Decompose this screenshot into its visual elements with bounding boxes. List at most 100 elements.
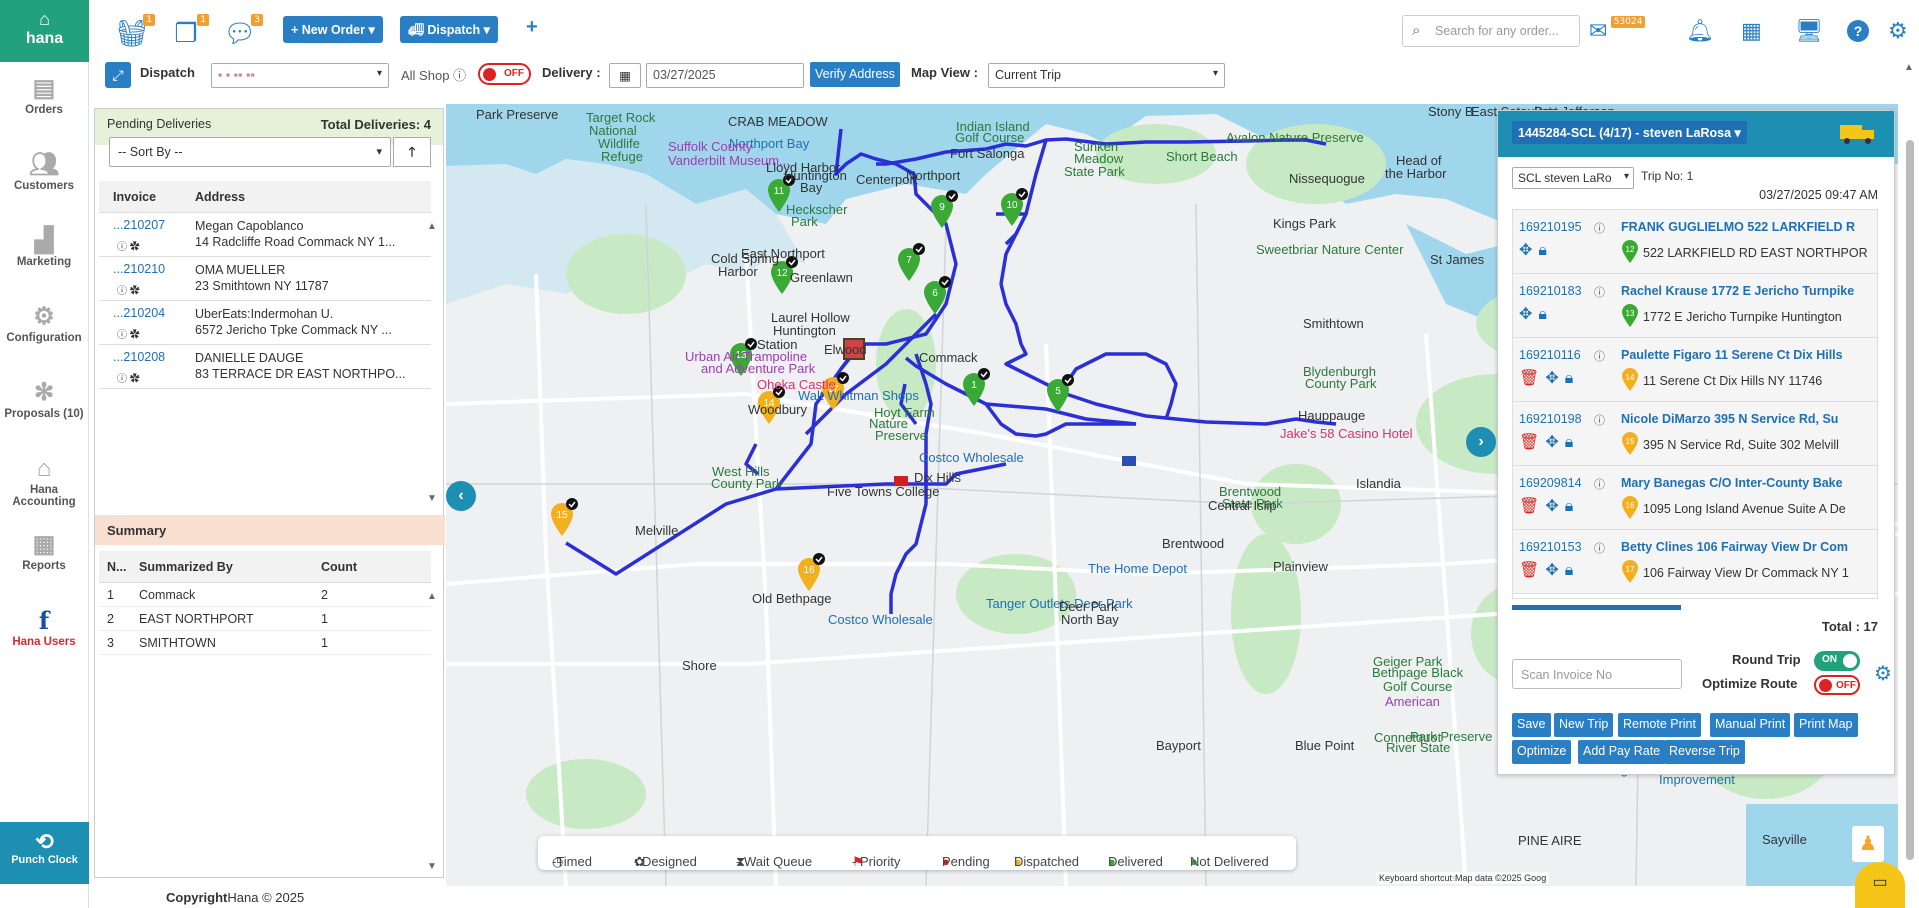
stops-horizontal-scrollbar[interactable] bbox=[1512, 605, 1681, 610]
stop-invoice[interactable]: 169209814 bbox=[1519, 476, 1582, 490]
stop-invoice[interactable]: 169210116 bbox=[1519, 348, 1581, 362]
remote-print-button[interactable]: Remote Print bbox=[1618, 713, 1701, 737]
pegman-icon[interactable]: ♟ bbox=[1852, 826, 1884, 862]
delivery-marker[interactable]: 5 bbox=[1047, 374, 1074, 412]
trip-stop[interactable]: 169210198 ⓘ 🗑︎✥🔒︎ Nicole DiMarzo 395 N S… bbox=[1513, 402, 1877, 466]
scroll-up-icon[interactable]: ▲ bbox=[427, 221, 437, 232]
designed-icon[interactable]: ✿ bbox=[130, 242, 140, 253]
move-icon[interactable]: ✥ bbox=[1545, 370, 1564, 387]
trip-stop[interactable]: 169210153 ⓘ 🗑︎✥🔒︎ Betty Clines 106 Fairw… bbox=[1513, 530, 1877, 594]
info-icon[interactable]: ⓘ bbox=[1594, 476, 1605, 492]
stop-customer[interactable]: Nicole DiMarzo 395 N Service Rd, Su bbox=[1621, 412, 1873, 426]
punch-clock-button[interactable]: ⟲ Punch Clock bbox=[0, 822, 89, 884]
stop-customer[interactable]: Rachel Krause 1772 E Jericho Turnpike bbox=[1621, 284, 1873, 298]
row-action-icons[interactable]: ⓘ ✿ bbox=[117, 282, 140, 297]
map-view-select[interactable]: Current Trip ▾ bbox=[988, 63, 1225, 88]
scroll-down-icon[interactable]: ▼ bbox=[427, 493, 437, 504]
delete-icon[interactable]: 🗑︎ bbox=[1519, 370, 1545, 387]
sort-direction-button[interactable]: 🡑 bbox=[393, 137, 431, 167]
page-scrollbar[interactable] bbox=[1906, 140, 1914, 860]
info-icon[interactable]: ⓘ bbox=[117, 330, 127, 341]
sidebar-item-orders[interactable]: ▤ Orders bbox=[0, 62, 88, 138]
delete-icon[interactable]: 🗑︎ bbox=[1519, 498, 1545, 515]
manual-print-button[interactable]: Manual Print bbox=[1710, 713, 1791, 737]
trip-settings-gear-icon[interactable]: ⚙ bbox=[1874, 661, 1892, 686]
info-icon[interactable]: ⓘ bbox=[1594, 220, 1605, 236]
move-icon[interactable]: ✥ bbox=[1519, 306, 1538, 323]
optimize-route-toggle[interactable]: OFF bbox=[1814, 675, 1860, 695]
collapse-right-panel-button[interactable]: › bbox=[1466, 427, 1496, 457]
stop-invoice[interactable]: 169210195 bbox=[1519, 220, 1582, 234]
table-row[interactable]: ...210210 ⓘ ✿ OMA MUELLER 23 Smithtown N… bbox=[99, 257, 431, 301]
trip-stop[interactable]: 169209814 ⓘ 🗑︎✥🔒︎ Mary Banegas C/O Inter… bbox=[1513, 466, 1877, 530]
delete-icon[interactable]: 🗑︎ bbox=[1519, 562, 1545, 579]
sidebar-item-reports[interactable]: ▦ Reports bbox=[0, 518, 88, 594]
lock-icon[interactable]: 🔒︎ bbox=[1565, 434, 1580, 451]
print-map-button[interactable]: Print Map bbox=[1794, 713, 1858, 737]
designed-icon[interactable]: ✿ bbox=[130, 374, 140, 385]
info-icon[interactable]: ⓘ bbox=[1594, 540, 1605, 556]
stop-invoice[interactable]: 169210198 bbox=[1519, 412, 1582, 426]
scan-invoice-input[interactable]: Scan Invoice No bbox=[1512, 659, 1682, 689]
lock-icon[interactable]: 🔒︎ bbox=[1565, 562, 1580, 579]
stop-invoice[interactable]: 169210183 bbox=[1519, 284, 1582, 298]
verify-address-button[interactable]: Verify Address bbox=[810, 62, 900, 87]
map-keyboard-shortcuts[interactable]: Keyboard shortcuts bbox=[1376, 872, 1460, 884]
save-button[interactable]: Save bbox=[1512, 713, 1551, 737]
optimize-button[interactable]: Optimize bbox=[1512, 740, 1572, 764]
row-action-icons[interactable]: ⓘ ✿ bbox=[117, 238, 140, 253]
lock-icon[interactable]: 🔒︎ bbox=[1538, 242, 1553, 259]
new-order-button[interactable]: + New Order ▾ bbox=[283, 16, 383, 43]
sidebar-item-configuration[interactable]: ⚙ Configuration bbox=[0, 290, 88, 366]
search-input[interactable]: ⌕ Search for any order... bbox=[1402, 15, 1580, 47]
driver-select[interactable]: SCL steven LaRo ▾ bbox=[1512, 167, 1634, 189]
delivery-marker[interactable]: 15 bbox=[551, 498, 578, 536]
page-scroll-up-icon[interactable]: ▲ bbox=[1904, 62, 1914, 73]
stop-customer[interactable]: Mary Banegas C/O Inter-County Bake bbox=[1621, 476, 1873, 490]
delivery-marker[interactable]: 9 bbox=[931, 190, 958, 228]
monitor-icon[interactable]: 🖥︎ bbox=[1795, 18, 1823, 44]
invoice-link[interactable]: ...210204 bbox=[113, 306, 165, 320]
add-pay-rate-button[interactable]: Add Pay Rate bbox=[1578, 740, 1666, 764]
invoice-link[interactable]: ...210210 bbox=[113, 262, 165, 276]
move-icon[interactable]: ✥ bbox=[1545, 562, 1564, 579]
hana-logo[interactable]: ⌂ hana bbox=[0, 0, 89, 62]
info-icon[interactable]: ⓘ bbox=[1594, 348, 1605, 364]
delete-icon[interactable]: 🗑︎ bbox=[1519, 434, 1545, 451]
delivery-marker[interactable]: 16 bbox=[798, 553, 825, 591]
bell-icon[interactable]: 🔔︎ bbox=[1686, 18, 1714, 44]
row-action-icons[interactable]: ⓘ ✿ bbox=[117, 326, 140, 341]
invoice-link[interactable]: ...210208 bbox=[113, 350, 165, 364]
table-row[interactable]: ...210208 ⓘ ✿ DANIELLE DAUGE 83 TERRACE … bbox=[99, 345, 431, 389]
move-icon[interactable]: ✥ bbox=[1519, 242, 1538, 259]
round-trip-toggle[interactable]: ON bbox=[1814, 651, 1860, 671]
info-icon[interactable]: ⓘ bbox=[117, 286, 127, 297]
stop-customer[interactable]: FRANK GUGLIELMO 522 LARKFIELD R bbox=[1621, 220, 1873, 234]
stop-customer[interactable]: Paulette Figaro 11 Serene Ct Dix Hills bbox=[1621, 348, 1873, 362]
reverse-trip-button[interactable]: Reverse Trip bbox=[1664, 740, 1745, 764]
dispatch-menu-button[interactable]: 🚚︎ Dispatch ▾ bbox=[400, 16, 498, 43]
calendar-icon[interactable]: ▦ bbox=[1741, 18, 1762, 44]
table-row[interactable]: ...210207 ⓘ ✿ Megan Capoblanco 14 Radcli… bbox=[99, 213, 431, 257]
stop-customer[interactable]: Betty Clines 106 Fairway View Dr Com bbox=[1621, 540, 1873, 554]
sort-by-select[interactable]: -- Sort By -- ▾ bbox=[109, 137, 391, 167]
table-row[interactable]: ...210204 ⓘ ✿ UberEats:Indermohan U. 657… bbox=[99, 301, 431, 345]
sidebar-item-proposals[interactable]: ✻ Proposals (10) bbox=[0, 366, 88, 442]
stop-invoice[interactable]: 169210153 bbox=[1519, 540, 1582, 554]
add-tab-button[interactable]: + bbox=[526, 16, 538, 39]
info-icon[interactable]: ⓘ bbox=[1594, 412, 1605, 428]
shop-select[interactable]: ▪ ▪ ▪▪ ▪▪ ▾ bbox=[211, 63, 389, 88]
info-icon[interactable]: ⓘ bbox=[1594, 284, 1605, 300]
sidebar-item-accounting[interactable]: ⌂ Hana Accounting bbox=[0, 442, 88, 518]
scroll-up-icon[interactable]: ▲ bbox=[427, 591, 437, 602]
lock-icon[interactable]: 🔒︎ bbox=[1538, 306, 1553, 323]
sidebar-item-marketing[interactable]: ▟ Marketing bbox=[0, 214, 88, 290]
lock-icon[interactable]: 🔒︎ bbox=[1565, 498, 1580, 515]
collapse-left-panel-button[interactable]: ‹ bbox=[446, 481, 476, 511]
sidebar-item-customers[interactable]: 👥︎ Customers bbox=[0, 138, 88, 214]
trip-stop[interactable]: 169210195 ⓘ ✥🔒︎ FRANK GUGLIELMO 522 LARK… bbox=[1513, 210, 1877, 274]
basket-icon[interactable]: 🧺︎ 1 bbox=[115, 14, 155, 49]
help-icon[interactable]: ? bbox=[1847, 20, 1869, 42]
new-trip-button[interactable]: New Trip bbox=[1554, 713, 1614, 737]
chat-widget-icon[interactable]: ▭ bbox=[1855, 862, 1905, 908]
